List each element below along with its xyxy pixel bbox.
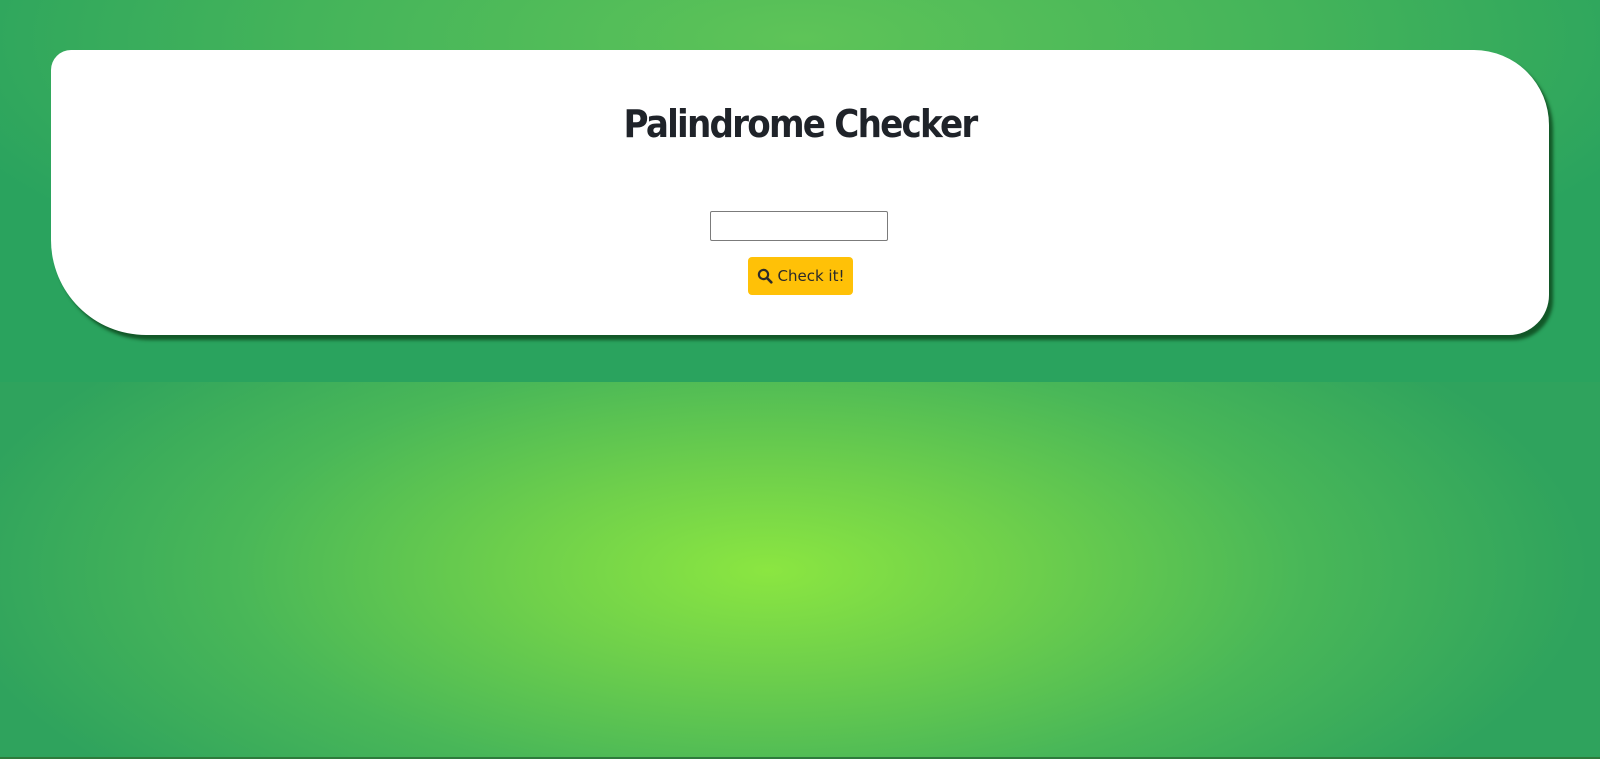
check-it-button[interactable]: Check it!	[748, 257, 853, 295]
page-background-bottom	[0, 382, 1600, 759]
search-icon	[757, 268, 773, 284]
check-it-button-label: Check it!	[777, 267, 845, 285]
palindrome-text-input[interactable]	[710, 211, 888, 241]
page-title: Palindrome Checker	[623, 102, 978, 146]
